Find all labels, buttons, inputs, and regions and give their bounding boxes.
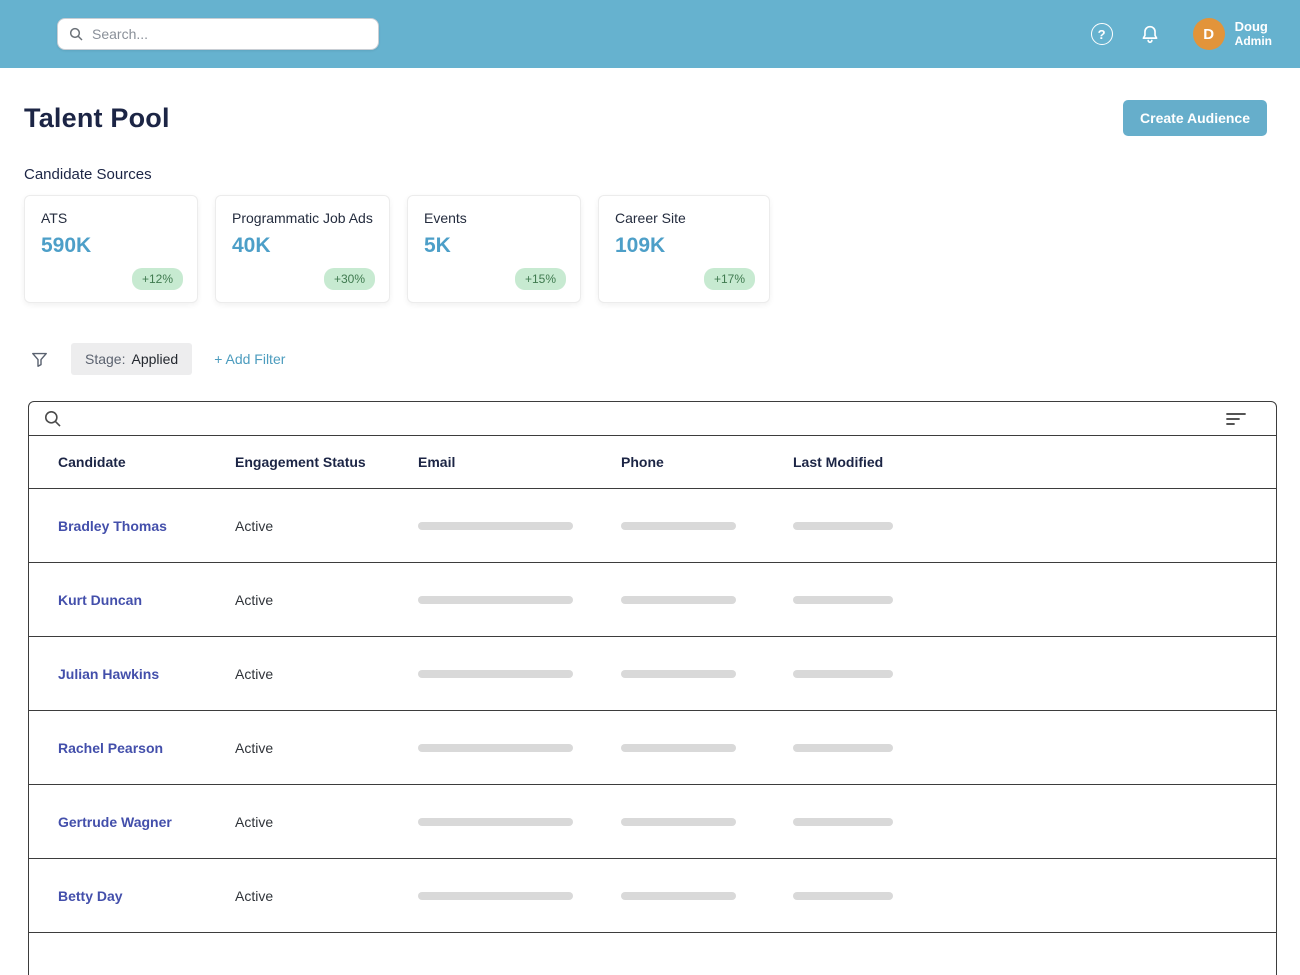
source-card-ats[interactable]: ATS 590K +12% (24, 195, 198, 303)
engagement-status: Active (235, 740, 418, 756)
search-icon (68, 26, 84, 42)
column-header-candidate[interactable]: Candidate (58, 454, 235, 470)
table-search-row[interactable] (29, 402, 1276, 436)
phone-placeholder-bar (621, 670, 736, 678)
user-menu[interactable]: D Doug Admin (1193, 18, 1272, 50)
table-row: Bradley Thomas Active (29, 488, 1276, 562)
help-icon[interactable]: ? (1091, 23, 1113, 45)
engagement-status: Active (235, 666, 418, 682)
table-empty-row (29, 932, 1276, 975)
card-delta-badge: +30% (324, 268, 375, 290)
candidate-link[interactable]: Gertrude Wagner (58, 814, 235, 830)
phone-placeholder-bar (621, 596, 736, 604)
stage-filter-chip[interactable]: Stage: Applied (71, 343, 192, 375)
table-row: Gertrude Wagner Active (29, 784, 1276, 858)
email-placeholder-bar (418, 670, 573, 678)
email-placeholder-bar (418, 522, 573, 530)
phone-placeholder-bar (621, 818, 736, 826)
source-cards: ATS 590K +12% Programmatic Job Ads 40K +… (0, 195, 1300, 303)
engagement-status: Active (235, 592, 418, 608)
table-row: Julian Hawkins Active (29, 636, 1276, 710)
card-delta-badge: +12% (132, 268, 183, 290)
column-header-email[interactable]: Email (418, 454, 621, 470)
last-modified-placeholder-bar (793, 744, 893, 752)
avatar: D (1193, 18, 1225, 50)
table-search-icon (43, 409, 62, 428)
engagement-status: Active (235, 888, 418, 904)
create-audience-button[interactable]: Create Audience (1123, 100, 1267, 136)
last-modified-placeholder-bar (793, 596, 893, 604)
source-card-events[interactable]: Events 5K +15% (407, 195, 581, 303)
card-value: 40K (232, 234, 373, 258)
stage-filter-value: Applied (131, 351, 178, 367)
last-modified-placeholder-bar (793, 818, 893, 826)
source-card-career-site[interactable]: Career Site 109K +17% (598, 195, 770, 303)
candidate-sources-heading: Candidate Sources (0, 136, 1300, 195)
add-filter-link[interactable]: + Add Filter (214, 351, 285, 367)
email-placeholder-bar (418, 744, 573, 752)
table-row: Betty Day Active (29, 858, 1276, 932)
phone-placeholder-bar (621, 744, 736, 752)
card-delta-badge: +15% (515, 268, 566, 290)
card-label: Events (424, 210, 564, 226)
user-role: Admin (1235, 35, 1272, 49)
phone-placeholder-bar (621, 892, 736, 900)
last-modified-placeholder-bar (793, 670, 893, 678)
candidate-link[interactable]: Bradley Thomas (58, 518, 235, 534)
card-value: 109K (615, 234, 753, 258)
email-placeholder-bar (418, 596, 573, 604)
last-modified-placeholder-bar (793, 522, 893, 530)
top-bar: ? D Doug Admin (0, 0, 1300, 68)
column-header-engagement-status[interactable]: Engagement Status (235, 454, 418, 470)
table-row: Rachel Pearson Active (29, 710, 1276, 784)
candidate-link[interactable]: Rachel Pearson (58, 740, 235, 756)
notifications-bell-icon[interactable] (1139, 23, 1161, 45)
sort-icon[interactable] (1226, 411, 1246, 427)
global-search[interactable] (57, 18, 379, 50)
column-header-phone[interactable]: Phone (621, 454, 793, 470)
filter-bar: Stage: Applied + Add Filter (0, 303, 1300, 375)
filter-funnel-icon[interactable] (30, 350, 49, 369)
search-input[interactable] (92, 26, 368, 42)
card-label: ATS (41, 210, 181, 226)
table-row: Kurt Duncan Active (29, 562, 1276, 636)
email-placeholder-bar (418, 892, 573, 900)
candidate-link[interactable]: Kurt Duncan (58, 592, 235, 608)
stage-filter-label: Stage: (85, 351, 125, 367)
candidates-table: Candidate Engagement Status Email Phone … (28, 401, 1277, 975)
engagement-status: Active (235, 814, 418, 830)
card-value: 590K (41, 234, 181, 258)
card-value: 5K (424, 234, 564, 258)
phone-placeholder-bar (621, 522, 736, 530)
table-header-row: Candidate Engagement Status Email Phone … (29, 436, 1276, 488)
page-title: Talent Pool (24, 103, 170, 134)
email-placeholder-bar (418, 818, 573, 826)
candidate-link[interactable]: Julian Hawkins (58, 666, 235, 682)
card-label: Career Site (615, 210, 753, 226)
card-delta-badge: +17% (704, 268, 755, 290)
source-card-programmatic-job-ads[interactable]: Programmatic Job Ads 40K +30% (215, 195, 390, 303)
last-modified-placeholder-bar (793, 892, 893, 900)
card-label: Programmatic Job Ads (232, 210, 373, 226)
column-header-last-modified[interactable]: Last Modified (793, 454, 1276, 470)
user-name: Doug (1235, 20, 1272, 35)
engagement-status: Active (235, 518, 418, 534)
candidate-link[interactable]: Betty Day (58, 888, 235, 904)
